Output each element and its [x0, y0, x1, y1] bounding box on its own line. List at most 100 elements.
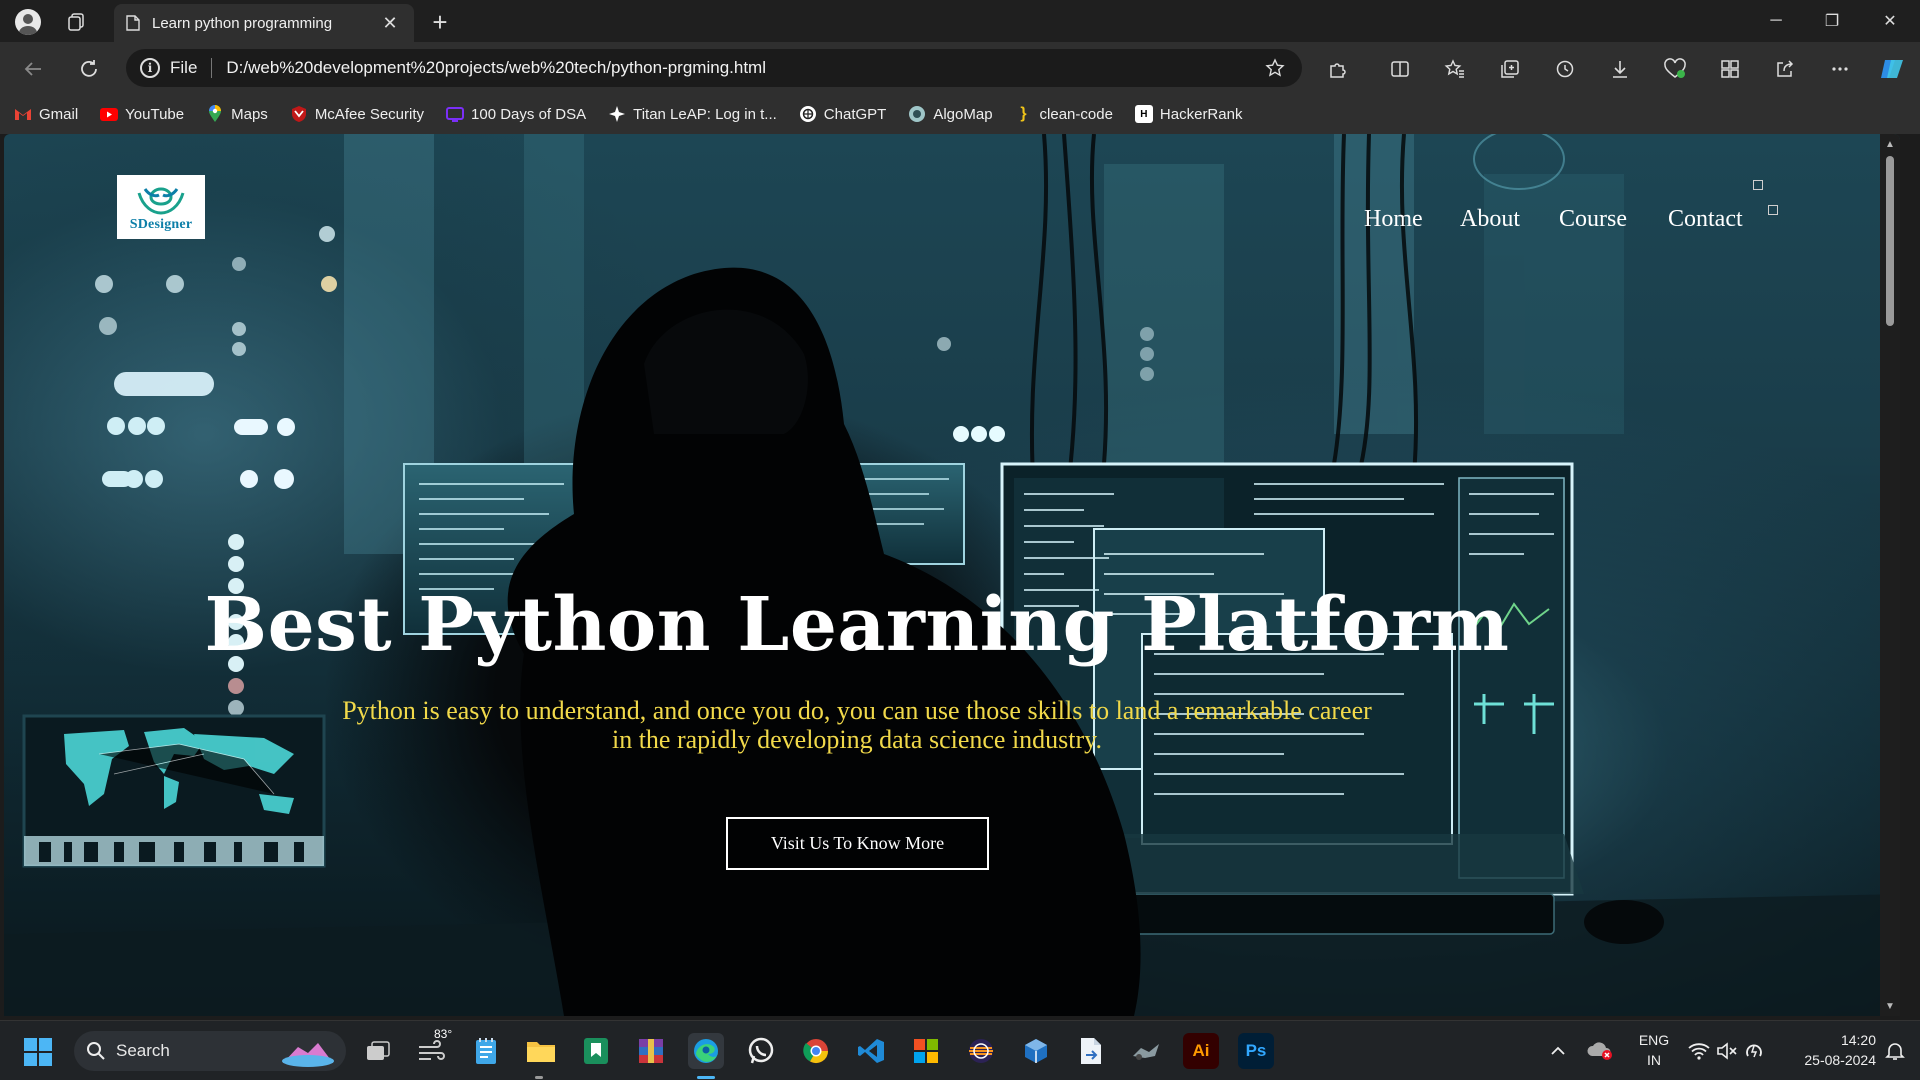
- microsoft-store-icon[interactable]: [908, 1033, 944, 1069]
- collections-button[interactable]: [1493, 52, 1527, 86]
- illustrator-icon[interactable]: Ai: [1183, 1033, 1219, 1069]
- page-scrollbar[interactable]: ▲ ▼: [1880, 134, 1900, 1016]
- edge-active-indicator: [697, 1076, 715, 1079]
- wifi-icon[interactable]: [1684, 1035, 1714, 1067]
- back-arrow-icon: [24, 62, 41, 76]
- bookmark-label: ChatGPT: [823, 105, 887, 123]
- bookmark-label: Titan LeAP: Log in t...: [633, 105, 777, 123]
- bookmark-titan-leap[interactable]: Titan LeAP: Log in t...: [608, 105, 777, 123]
- address-bar[interactable]: i File D:/web%20development%20projects/w…: [126, 49, 1302, 87]
- browser-essentials-button[interactable]: [1658, 52, 1692, 86]
- search-icon: [87, 1042, 105, 1060]
- windows-logo-icon: [24, 1053, 37, 1066]
- split-screen-button[interactable]: [1383, 52, 1417, 86]
- bookmark-hackerrank[interactable]: H HackerRank: [1134, 105, 1243, 123]
- chrome-icon[interactable]: [798, 1033, 834, 1069]
- notifications-bell-icon[interactable]: [1880, 1035, 1910, 1067]
- onedrive-error-icon[interactable]: [1584, 1035, 1616, 1067]
- profile-avatar-button[interactable]: [12, 6, 44, 38]
- scroll-down-arrow-icon[interactable]: ▼: [1884, 1000, 1896, 1012]
- visit-us-button[interactable]: Visit Us To Know More: [726, 817, 989, 870]
- reload-icon: [81, 60, 97, 77]
- bookmark-100-days-dsa[interactable]: 100 Days of DSA: [446, 105, 586, 123]
- illustrator-label: Ai: [1192, 1041, 1210, 1060]
- extensions-button[interactable]: [1321, 52, 1355, 86]
- favorites-button[interactable]: [1438, 52, 1472, 86]
- scrollbar-thumb[interactable]: [1886, 156, 1894, 326]
- virtualbox-icon[interactable]: [1018, 1033, 1054, 1069]
- site-navigation: Home About Course Contact: [4, 206, 1880, 246]
- bookmark-mcafee[interactable]: McAfee Security: [290, 105, 424, 123]
- bookmark-maps[interactable]: Maps: [206, 105, 268, 123]
- notepad-icon[interactable]: [468, 1033, 504, 1069]
- workspaces-button[interactable]: [62, 8, 90, 36]
- bookmark-algomap[interactable]: AlgoMap: [908, 105, 993, 123]
- more-dots-icon: [1832, 67, 1848, 71]
- close-window-button[interactable]: ✕: [1862, 0, 1918, 42]
- scroll-up-arrow-icon[interactable]: ▲: [1884, 138, 1896, 150]
- history-button[interactable]: [1548, 52, 1582, 86]
- input-language[interactable]: ENG: [1636, 1032, 1672, 1048]
- file-explorer-icon[interactable]: [523, 1033, 559, 1069]
- clock-time[interactable]: 14:20: [1780, 1032, 1876, 1048]
- share-icon: [1777, 60, 1794, 77]
- page-viewport[interactable]: SDesigner Home About Course Contact Best…: [4, 134, 1900, 1016]
- file-transfer-icon[interactable]: [1073, 1033, 1109, 1069]
- address-scheme-label: File: [170, 58, 198, 77]
- restore-button[interactable]: ❐: [1804, 0, 1860, 42]
- back-button[interactable]: [16, 52, 50, 86]
- minimize-button[interactable]: ─: [1748, 0, 1804, 42]
- vscode-icon[interactable]: [853, 1033, 889, 1069]
- address-url[interactable]: D:/web%20development%20projects/web%20te…: [226, 58, 1262, 78]
- reload-button[interactable]: [72, 52, 106, 86]
- bookmark-label: HackerRank: [1159, 105, 1243, 123]
- game-app-icon[interactable]: [1128, 1033, 1164, 1069]
- bookmark-clean-code[interactable]: } clean-code: [1015, 105, 1113, 123]
- address-divider: [211, 58, 213, 78]
- edge-browser-icon[interactable]: [688, 1033, 724, 1069]
- nav-link-contact[interactable]: Contact: [1668, 206, 1743, 233]
- nav-link-course[interactable]: Course: [1559, 206, 1627, 233]
- nav-link-home[interactable]: Home: [1364, 206, 1423, 233]
- start-button[interactable]: [24, 1038, 52, 1066]
- tab-active[interactable]: Learn python programming ✕: [114, 4, 414, 42]
- photoshop-icon[interactable]: Ps: [1238, 1033, 1274, 1069]
- downloads-button[interactable]: [1603, 52, 1637, 86]
- share-button[interactable]: [1768, 52, 1802, 86]
- battery-icon[interactable]: [1740, 1035, 1770, 1067]
- puzzle-icon: [1330, 63, 1346, 78]
- bookmark-app-icon[interactable]: [578, 1033, 614, 1069]
- more-options-button[interactable]: [1823, 52, 1857, 86]
- winrar-icon[interactable]: [633, 1033, 669, 1069]
- whatsapp-icon[interactable]: [743, 1033, 779, 1069]
- bookmark-gmail[interactable]: Gmail: [14, 105, 78, 123]
- show-hidden-icons-chevron[interactable]: [1544, 1035, 1572, 1067]
- volume-muted-icon[interactable]: [1712, 1035, 1742, 1067]
- taskbar-search[interactable]: Search: [74, 1031, 346, 1071]
- photoshop-label: Ps: [1245, 1041, 1267, 1060]
- clock-date: 25-08-2024: [1804, 1052, 1876, 1068]
- apps-button[interactable]: [1713, 52, 1747, 86]
- bookmark-chatgpt[interactable]: ChatGPT: [799, 105, 887, 123]
- hero-background-image: [4, 134, 1900, 1016]
- titan-star-icon: [608, 105, 626, 123]
- bookmark-youtube[interactable]: YouTube: [100, 105, 184, 123]
- eclipse-icon[interactable]: [963, 1033, 999, 1069]
- file-explorer-running-indicator: [535, 1076, 543, 1079]
- tab-close-button[interactable]: ✕: [378, 11, 402, 35]
- nav-link-about[interactable]: About: [1460, 206, 1520, 233]
- weather-widget[interactable]: 83°: [414, 1027, 452, 1069]
- clean-code-icon: }: [1020, 105, 1027, 122]
- copilot-button[interactable]: [1876, 52, 1910, 86]
- task-view-icon[interactable]: [360, 1033, 396, 1069]
- input-region: IN: [1647, 1052, 1661, 1068]
- heart-pulse-icon: [1664, 58, 1686, 78]
- bookmark-label: clean-code: [1039, 105, 1113, 123]
- new-tab-button[interactable]: +: [426, 8, 454, 36]
- favorite-star-icon[interactable]: [1262, 55, 1288, 81]
- maps-pin-icon: [206, 105, 224, 123]
- hero-subtitle-line: in the rapidly developing data science i…: [611, 725, 1102, 754]
- site-info-icon[interactable]: i: [140, 58, 160, 78]
- weather-temp: 83°: [434, 1027, 453, 1041]
- workspaces-icon: [68, 13, 84, 31]
